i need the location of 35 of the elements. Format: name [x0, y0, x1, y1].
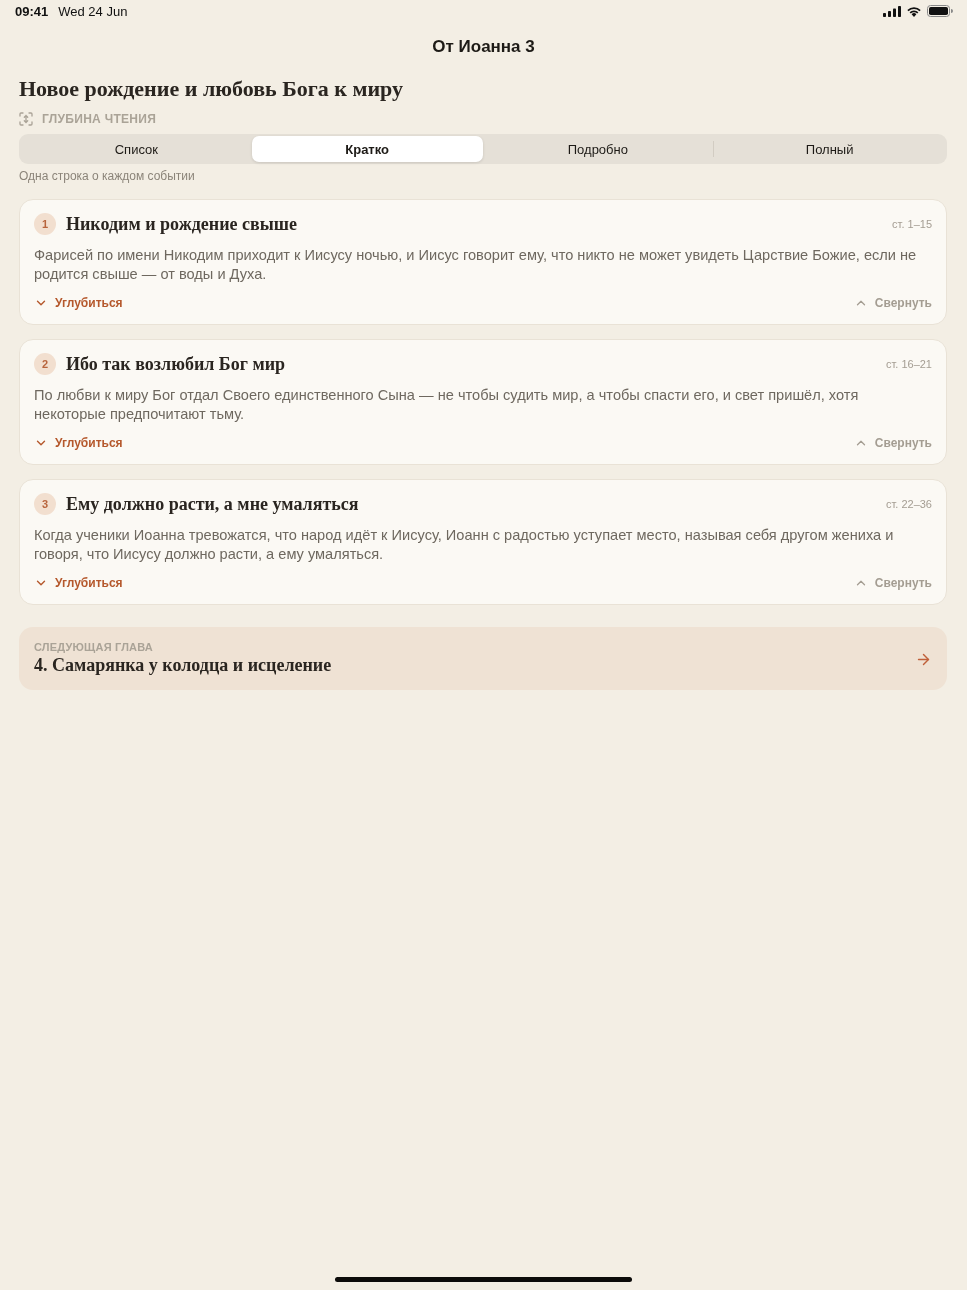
- collapse-button[interactable]: Свернуть: [853, 576, 932, 590]
- expand-button[interactable]: Углубиться: [34, 576, 123, 590]
- status-time: 09:41: [15, 3, 49, 19]
- section-label: ГЛУБИНА ЧТЕНИЯ: [42, 112, 157, 126]
- page-heading: Новое рождение и любовь Бога к миру: [19, 75, 405, 103]
- segment-tab[interactable]: Полный: [714, 136, 945, 162]
- expand-button[interactable]: Углубиться: [34, 436, 123, 450]
- event-summary: Когда ученики Иоанна тревожатся, что народ идёт к Иисусу, Иоанн с радостью уступает место, называя себя другом жениха и говоря, что Иисусу должно расти, а ему умаляться.: [34, 526, 895, 564]
- segment-tab[interactable]: Подробно: [482, 136, 714, 162]
- number-badge: 3: [34, 493, 56, 515]
- verse-range: ст. 1–15: [892, 218, 932, 230]
- event-title: Ему должно расти, а мне умаляться: [66, 493, 359, 515]
- collapse-button[interactable]: Свернуть: [853, 296, 932, 310]
- verse-range: ст. 22–36: [885, 498, 932, 510]
- signal-icon: [883, 5, 901, 17]
- event-summary: Фарисей по имени Никодим приходит к Иисусу ночью, и Иисус говорит ему, что никто не может увидеть Царствие Божие, если не родится свыше — от воды и Духа.: [34, 246, 918, 284]
- segment-tab[interactable]: Кратко: [251, 136, 483, 162]
- expand-button[interactable]: Углубиться: [34, 296, 123, 310]
- verse-range: ст. 16–21: [885, 358, 932, 370]
- wifi-icon: [906, 5, 922, 17]
- segment-tab[interactable]: Список: [21, 136, 252, 162]
- event-title: Никодим и рождение свыше: [66, 213, 297, 235]
- number-badge: 2: [34, 353, 56, 375]
- battery-icon: [927, 5, 953, 17]
- event-summary: По любви к миру Бог отдал Своего единственного Сына — не чтобы судить мир, а чтобы спасти его, и свет пришёл, хотя некоторые предпочитают тьму.: [34, 386, 860, 424]
- next-chapter-button[interactable]: СЛЕДУЮЩАЯ ГЛАВА 4. Самарянка у колодца и исцеление: [19, 627, 947, 690]
- resize-arrows-icon: [19, 112, 33, 126]
- event-title: Ибо так возлюбил Бог мир: [66, 353, 286, 375]
- segment-description: Одна строка о каждом событии: [19, 169, 196, 183]
- next-chapter-title: 4. Самарянка у колодца и исцеление: [34, 654, 332, 677]
- status-date: Wed 24 Jun: [58, 3, 128, 19]
- collapse-button[interactable]: Свернуть: [853, 436, 932, 450]
- next-chapter-label: СЛЕДУЮЩАЯ ГЛАВА: [34, 641, 154, 654]
- number-badge: 1: [34, 213, 56, 235]
- nav-title: От Иоанна 3: [432, 36, 535, 58]
